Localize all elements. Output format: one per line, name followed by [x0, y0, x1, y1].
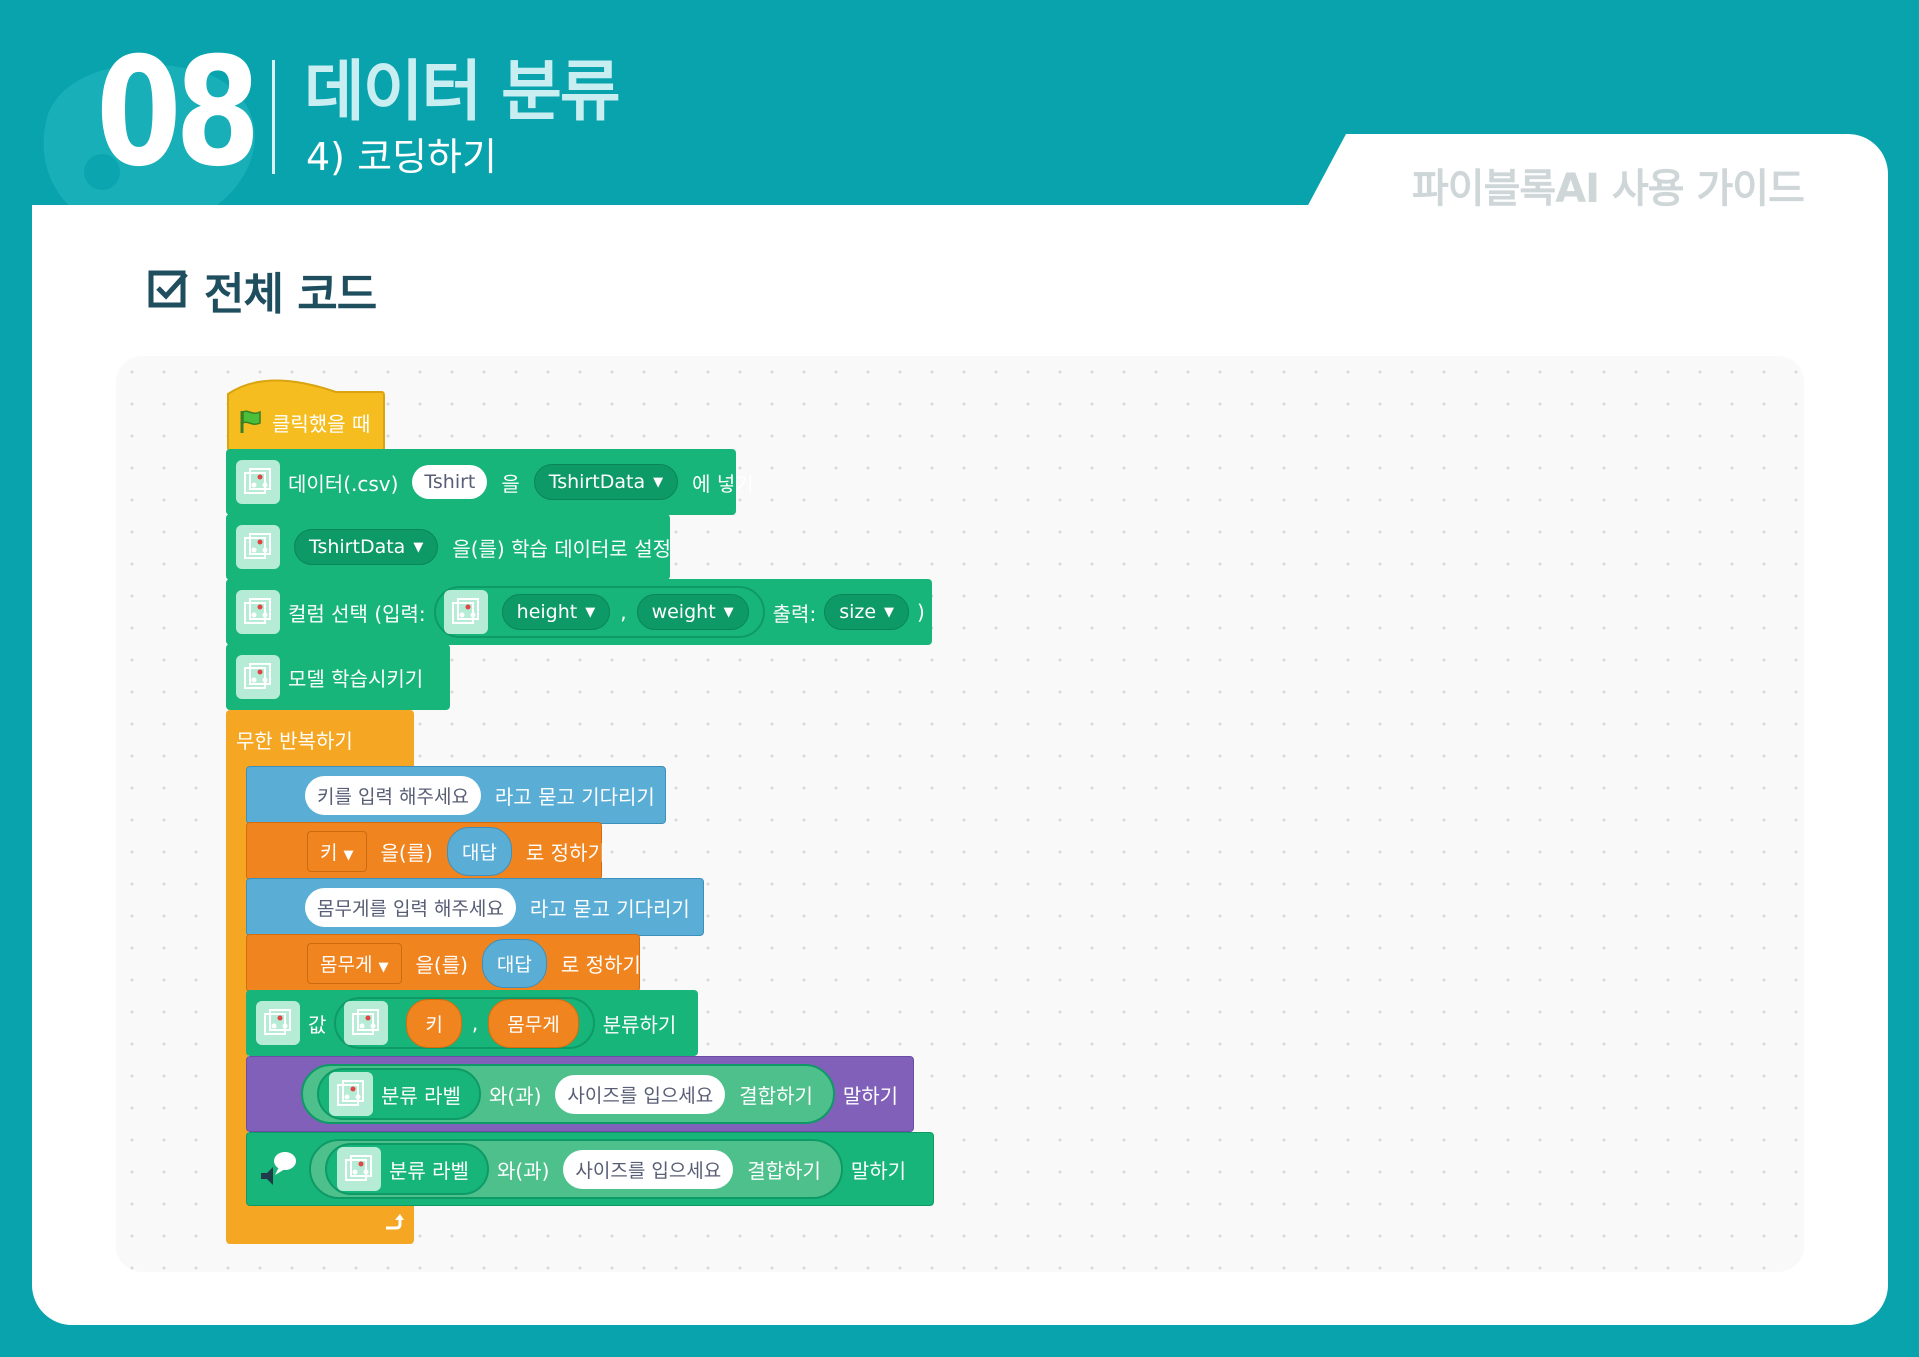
load-data-prefix: 데이터(.csv)	[288, 471, 399, 496]
forever-label-wrap: 무한 반복하기	[226, 710, 353, 768]
forever-label: 무한 반복하기	[236, 728, 353, 753]
comma-separator: ,	[620, 600, 627, 624]
set-weight-block[interactable]: 몸무게 ▼ 을(를) 대답 로 정하기	[246, 934, 641, 992]
classify-label-reporter[interactable]: 분류 라벨	[317, 1068, 481, 1120]
speech-bubble-icon	[261, 1152, 296, 1185]
ai-extension-icon	[236, 525, 280, 569]
guide-label: 파이블록AI 사용 가이드	[1412, 166, 1805, 212]
dropdown-arrow-icon: ▼	[653, 474, 664, 490]
checkbox-icon	[148, 270, 188, 308]
output-label: 출력:	[772, 601, 817, 626]
classify-label-text: 분류 라벨	[389, 1158, 469, 1183]
output-column-value: size	[839, 601, 877, 623]
green-flag-icon	[240, 410, 261, 433]
select-columns-prefix: 컬럼 선택 (입력:	[288, 601, 426, 626]
dropdown-arrow-icon: ▼	[723, 604, 734, 620]
join-suffix: 결합하기	[739, 1083, 813, 1108]
set-height-mid: 을(를)	[380, 840, 433, 865]
dropdown-arrow-icon: ▼	[884, 604, 895, 620]
classify-prefix: 값	[308, 1012, 327, 1037]
answer-reporter[interactable]: 대답	[481, 938, 547, 988]
ai-extension-icon	[236, 655, 280, 699]
chapter-number: 08	[96, 26, 261, 200]
ai-extension-icon	[256, 1001, 300, 1045]
output-column-dropdown[interactable]: size ▼	[824, 594, 910, 630]
ai-extension-icon	[236, 590, 280, 634]
training-dataset-dropdown[interactable]: TshirtData ▼	[294, 529, 439, 565]
set-training-suffix: 을(를) 학습 데이터로 설정	[452, 536, 671, 561]
classify-values-reporter[interactable]: 키 , 몸무게	[334, 997, 595, 1049]
ai-extension-icon	[329, 1072, 373, 1116]
height-variable-dropdown[interactable]: 키 ▼	[307, 830, 367, 872]
set-height-block[interactable]: 키 ▼ 을(를) 대답 로 정하기	[246, 822, 606, 880]
forever-block-arm	[226, 766, 248, 1206]
input-column-2-value: weight	[651, 601, 716, 623]
classify-label-text: 분류 라벨	[381, 1083, 461, 1108]
say-tts-suffix: 말하기	[850, 1158, 907, 1183]
join-reporter[interactable]: 분류 라벨 와(과) 사이즈를 입으세요 결합하기	[309, 1139, 843, 1199]
section-title: 전체 코드	[204, 269, 377, 320]
chapter-divider	[272, 60, 275, 174]
load-data-block[interactable]: 데이터(.csv) Tshirt 을 TshirtData ▼ 에 넣기	[226, 449, 754, 515]
input-column-1-value: height	[516, 601, 578, 623]
join-reporter[interactable]: 분류 라벨 와(과) 사이즈를 입으세요 결합하기	[301, 1064, 835, 1124]
height-variable-value: 키	[320, 841, 338, 864]
ask-height-suffix: 라고 묻고 기다리기	[494, 784, 655, 809]
training-dataset-value: TshirtData	[309, 536, 406, 558]
height-variable-reporter[interactable]: 키	[406, 998, 462, 1048]
dropdown-arrow-icon: ▼	[413, 539, 424, 555]
select-columns-block[interactable]: 컬럼 선택 (입력: height ▼ , weight ▼ 출력: size ▼ )	[226, 579, 932, 645]
say-looks-block[interactable]: 분류 라벨 와(과) 사이즈를 입으세요 결합하기 말하기	[246, 1056, 914, 1132]
chapter-title: 데이터 분류	[304, 53, 621, 130]
ai-extension-icon	[236, 460, 280, 504]
set-weight-suffix: 로 정하기	[560, 952, 641, 977]
join-text-input[interactable]: 사이즈를 입으세요	[555, 1074, 726, 1114]
classify-label-reporter[interactable]: 분류 라벨	[325, 1143, 489, 1195]
train-model-block[interactable]: 모델 학습시키기	[226, 644, 450, 710]
close-paren: )	[917, 600, 925, 624]
ai-extension-icon	[443, 590, 488, 634]
ai-extension-icon	[337, 1147, 381, 1191]
weight-variable-reporter[interactable]: 몸무게	[488, 998, 579, 1048]
dropdown-arrow-icon: ▼	[378, 959, 389, 975]
input-columns-reporter[interactable]: height ▼ , weight ▼	[433, 586, 765, 638]
comma-separator: ,	[471, 1011, 479, 1035]
answer-reporter[interactable]: 대답	[446, 826, 512, 876]
weight-variable-dropdown[interactable]: 몸무게 ▼	[307, 942, 402, 984]
input-column-2-dropdown[interactable]: weight ▼	[636, 594, 749, 630]
say-tts-block[interactable]: 분류 라벨 와(과) 사이즈를 입으세요 결합하기 말하기	[246, 1132, 934, 1206]
set-training-data-block[interactable]: TshirtData ▼ 을(를) 학습 데이터로 설정	[226, 514, 671, 580]
ask-weight-suffix: 라고 묻고 기다리기	[529, 896, 690, 921]
ask-height-block[interactable]: 키를 입력 해주세요 라고 묻고 기다리기	[246, 766, 666, 824]
input-column-1-dropdown[interactable]: height ▼	[501, 594, 611, 630]
load-data-mid: 을	[501, 471, 520, 496]
join-mid: 와(과)	[496, 1158, 550, 1183]
set-weight-mid: 을(를)	[415, 952, 468, 977]
join-text-input[interactable]: 사이즈를 입으세요	[563, 1149, 734, 1189]
weight-variable-value: 몸무게	[320, 953, 373, 976]
ai-extension-icon	[344, 1001, 389, 1045]
ask-weight-block[interactable]: 몸무게를 입력 해주세요 라고 묻고 기다리기	[246, 878, 704, 936]
dropdown-arrow-icon: ▼	[343, 847, 354, 863]
file-name-input[interactable]: Tshirt	[412, 465, 488, 499]
ask-weight-question-input[interactable]: 몸무게를 입력 해주세요	[305, 887, 516, 927]
classify-block[interactable]: 값 키 , 몸무게 분류하기	[246, 990, 698, 1056]
dropdown-arrow-icon: ▼	[585, 604, 596, 620]
hat-label: 클릭했을 때	[272, 411, 371, 436]
loop-arrow-icon	[386, 1214, 404, 1230]
ask-height-question-input[interactable]: 키를 입력 해주세요	[305, 775, 481, 815]
join-suffix: 결합하기	[747, 1158, 821, 1183]
classify-suffix: 분류하기	[602, 1012, 677, 1037]
train-model-label: 모델 학습시키기	[288, 666, 424, 691]
when-flag-clicked-block[interactable]: 클릭했을 때	[228, 396, 378, 448]
say-looks-suffix: 말하기	[842, 1083, 899, 1108]
dataset-dropdown[interactable]: TshirtData ▼	[533, 464, 679, 500]
load-data-suffix: 에 넣기	[692, 471, 754, 496]
join-mid: 와(과)	[488, 1083, 542, 1108]
dataset-dropdown-value: TshirtData	[548, 471, 646, 493]
chapter-subtitle: 4) 코딩하기	[306, 135, 497, 179]
set-height-suffix: 로 정하기	[525, 840, 606, 865]
